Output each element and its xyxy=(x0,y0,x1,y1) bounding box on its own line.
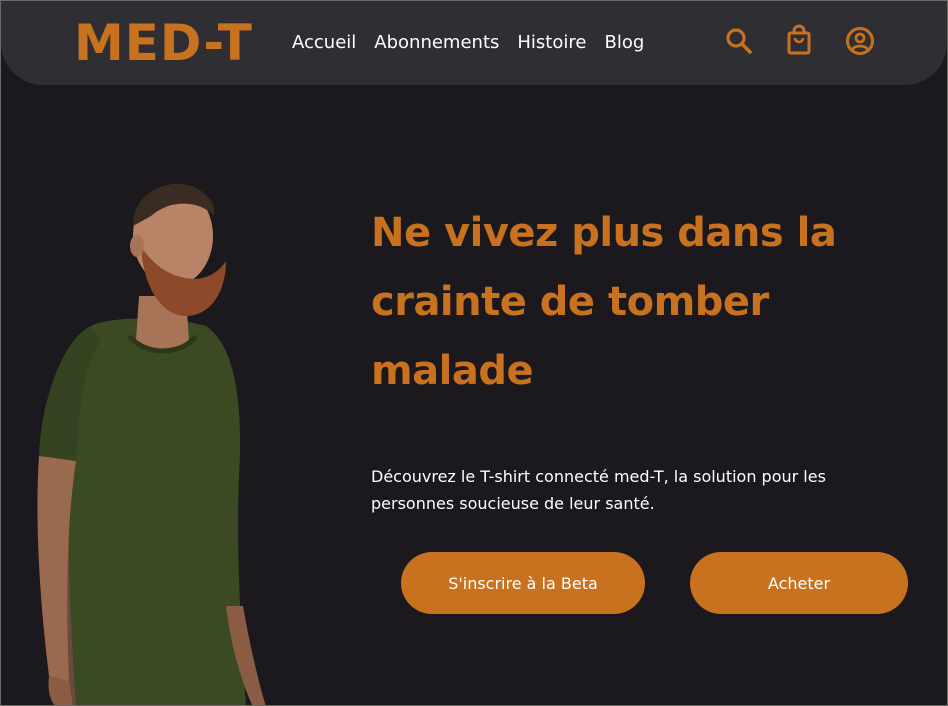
nav-link-blog[interactable]: Blog xyxy=(604,31,644,55)
hero-image-bearded-man xyxy=(21,176,281,705)
beta-signup-button[interactable]: S'inscrire à la Beta xyxy=(401,552,645,614)
hero-headline: Ne vivez plus dans la crainte de tomber … xyxy=(371,210,837,394)
search-icon[interactable] xyxy=(721,23,757,59)
nav-link-accueil[interactable]: Accueil xyxy=(292,31,356,55)
buy-button[interactable]: Acheter xyxy=(690,552,908,614)
nav-link-histoire[interactable]: Histoire xyxy=(517,31,586,55)
brand-logo[interactable]: MED-T xyxy=(74,13,253,73)
nav-link-abonnements[interactable]: Abonnements xyxy=(374,31,499,55)
user-account-icon[interactable] xyxy=(842,23,878,59)
shopping-bag-icon[interactable] xyxy=(781,23,817,59)
page: MED-T Accueil Abonnements Histoire Blog xyxy=(0,0,948,706)
nav-links: Accueil Abonnements Histoire Blog xyxy=(292,31,644,55)
hero-subtitle: Découvrez le T-shirt connecté med-T, la … xyxy=(371,467,826,513)
navbar: MED-T Accueil Abonnements Histoire Blog xyxy=(1,1,947,85)
